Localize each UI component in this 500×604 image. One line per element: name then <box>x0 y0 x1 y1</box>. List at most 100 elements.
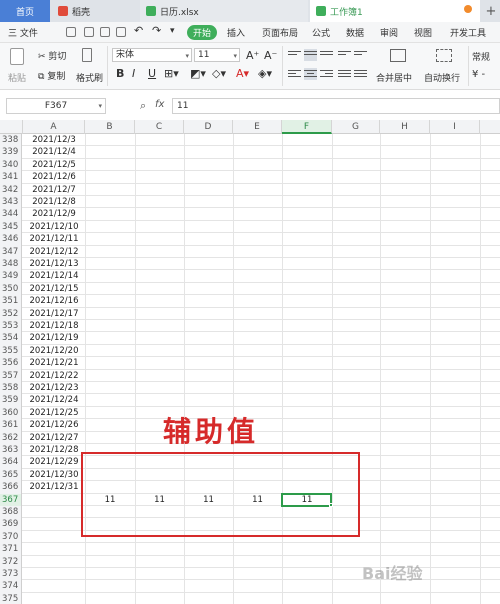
font-shrink-button[interactable]: A⁻ <box>264 49 277 62</box>
column-header-e[interactable]: E <box>233 120 282 134</box>
row-header[interactable]: 357 <box>0 369 22 382</box>
row-header[interactable]: 342 <box>0 183 22 196</box>
cell-a[interactable]: 2021/12/28 <box>24 444 84 456</box>
row-header[interactable]: 368 <box>0 506 22 519</box>
cell-a[interactable] <box>24 568 84 580</box>
fill-color-icon[interactable]: ◩▾ <box>190 67 206 80</box>
wrap-text-button[interactable]: 自动换行 <box>424 71 460 84</box>
row-header[interactable]: 338 <box>0 134 22 147</box>
row-header[interactable]: 356 <box>0 357 22 370</box>
cell-a[interactable]: 2021/12/23 <box>24 382 84 394</box>
paste-icon[interactable] <box>10 48 24 65</box>
cell-a[interactable]: 2021/12/12 <box>24 246 84 258</box>
menu-formula[interactable]: 公式 <box>312 26 330 39</box>
cell-a[interactable] <box>24 531 84 543</box>
cell-a[interactable]: 2021/12/22 <box>24 370 84 382</box>
italic-button[interactable]: I <box>132 67 135 80</box>
menu-page-layout[interactable]: 页面布局 <box>262 26 298 39</box>
row-header[interactable]: 352 <box>0 307 22 320</box>
cell-a[interactable]: 2021/12/26 <box>24 419 84 431</box>
undo-icon[interactable]: ↶ <box>134 24 143 37</box>
cell-a[interactable]: 2021/12/20 <box>24 345 84 357</box>
column-header-b[interactable]: B <box>85 120 135 134</box>
currency-button[interactable]: ¥ - <box>472 69 485 80</box>
paint-bucket-icon[interactable]: ◇▾ <box>212 67 226 80</box>
menu-developer[interactable]: 开发工具 <box>450 26 486 39</box>
row-header[interactable]: 355 <box>0 344 22 358</box>
cell-a[interactable]: 2021/12/4 <box>24 146 84 158</box>
cell-a[interactable]: 2021/12/31 <box>24 481 84 493</box>
format-painter-button[interactable]: 格式刷 <box>76 71 103 84</box>
cell-a[interactable]: 2021/12/13 <box>24 258 84 270</box>
font-grow-button[interactable]: A⁺ <box>246 49 259 62</box>
tab-workbook1[interactable]: 工作簿1 <box>310 0 480 22</box>
row-header[interactable]: 363 <box>0 444 22 457</box>
row-header[interactable]: 359 <box>0 394 22 407</box>
tab-docer[interactable]: 稻壳 <box>52 0 138 22</box>
cell-a[interactable] <box>24 506 84 518</box>
row-header[interactable]: 374 <box>0 580 22 593</box>
row-header[interactable]: 361 <box>0 419 22 432</box>
row-header[interactable]: 354 <box>0 332 22 345</box>
row-header[interactable]: 375 <box>0 592 22 604</box>
merge-center-button[interactable]: 合并居中 <box>376 71 412 84</box>
row-header[interactable]: 364 <box>0 456 22 469</box>
row-header[interactable]: 353 <box>0 320 22 333</box>
cell-a[interactable]: 2021/12/19 <box>24 332 84 344</box>
column-header-d[interactable]: D <box>184 120 233 134</box>
underline-button[interactable]: U <box>148 67 156 80</box>
preview-icon[interactable] <box>116 27 126 37</box>
cell-a[interactable]: 2021/12/8 <box>24 196 84 208</box>
paste-button[interactable]: 粘贴 <box>8 71 26 84</box>
row-header[interactable]: 369 <box>0 518 22 531</box>
export-icon[interactable] <box>84 27 94 37</box>
column-header-a[interactable]: A <box>23 120 85 134</box>
wrap-text-icon[interactable] <box>436 49 452 62</box>
column-header-i[interactable]: I <box>430 120 480 134</box>
cell-a[interactable]: 2021/12/3 <box>24 134 84 146</box>
bold-button[interactable]: B <box>116 67 124 80</box>
redo-icon[interactable]: ↷ <box>152 24 161 37</box>
cell-a[interactable]: 2021/12/5 <box>24 159 84 171</box>
fx-icon[interactable]: fx <box>155 99 164 110</box>
cell-a[interactable]: 2021/12/16 <box>24 295 84 307</box>
column-header-g[interactable]: G <box>332 120 380 134</box>
unsaved-dot-icon[interactable] <box>464 5 472 13</box>
align-center-icon[interactable] <box>304 68 317 80</box>
row-header[interactable]: 367 <box>0 493 22 506</box>
row-header[interactable]: 346 <box>0 233 22 246</box>
tab-home[interactable]: 首页 <box>0 0 50 22</box>
row-header[interactable]: 365 <box>0 468 22 482</box>
cell-a[interactable] <box>24 543 84 555</box>
cut-button[interactable]: ✂ 剪切 <box>38 49 66 62</box>
row-header[interactable]: 362 <box>0 431 22 444</box>
cell-a[interactable] <box>24 556 84 568</box>
name-box[interactable]: F367 ▾ <box>6 98 106 114</box>
align-right-icon[interactable] <box>320 68 333 80</box>
cell-a[interactable] <box>24 518 84 530</box>
cell-a[interactable]: 2021/12/29 <box>24 456 84 468</box>
border-icon[interactable]: ⊞▾ <box>164 67 179 80</box>
menu-insert[interactable]: 插入 <box>227 26 245 39</box>
cell-a[interactable]: 2021/12/25 <box>24 407 84 419</box>
indent-icon[interactable] <box>338 49 351 61</box>
cell-a[interactable]: 2021/12/10 <box>24 221 84 233</box>
distributed-icon[interactable] <box>354 68 367 80</box>
formula-input[interactable]: 11 <box>172 98 500 114</box>
row-header[interactable]: 366 <box>0 481 22 494</box>
cell-a[interactable]: 2021/12/30 <box>24 469 84 481</box>
column-header-h[interactable]: H <box>380 120 430 134</box>
more-arrow-icon[interactable]: ▾ <box>170 26 175 36</box>
outdent-icon[interactable] <box>354 49 367 61</box>
cell-a[interactable] <box>24 593 84 604</box>
menu-file[interactable]: 三 文件 <box>8 26 38 39</box>
align-middle-icon[interactable] <box>304 49 317 61</box>
row-header[interactable]: 372 <box>0 555 22 568</box>
row-header[interactable]: 343 <box>0 196 22 209</box>
align-top-icon[interactable] <box>288 49 301 61</box>
font-color-icon[interactable]: A▾ <box>236 67 249 80</box>
menu-view[interactable]: 视图 <box>414 26 432 39</box>
menu-start[interactable]: 开始 <box>187 25 217 40</box>
cell-a[interactable]: 2021/12/15 <box>24 283 84 295</box>
align-bottom-icon[interactable] <box>320 49 333 61</box>
